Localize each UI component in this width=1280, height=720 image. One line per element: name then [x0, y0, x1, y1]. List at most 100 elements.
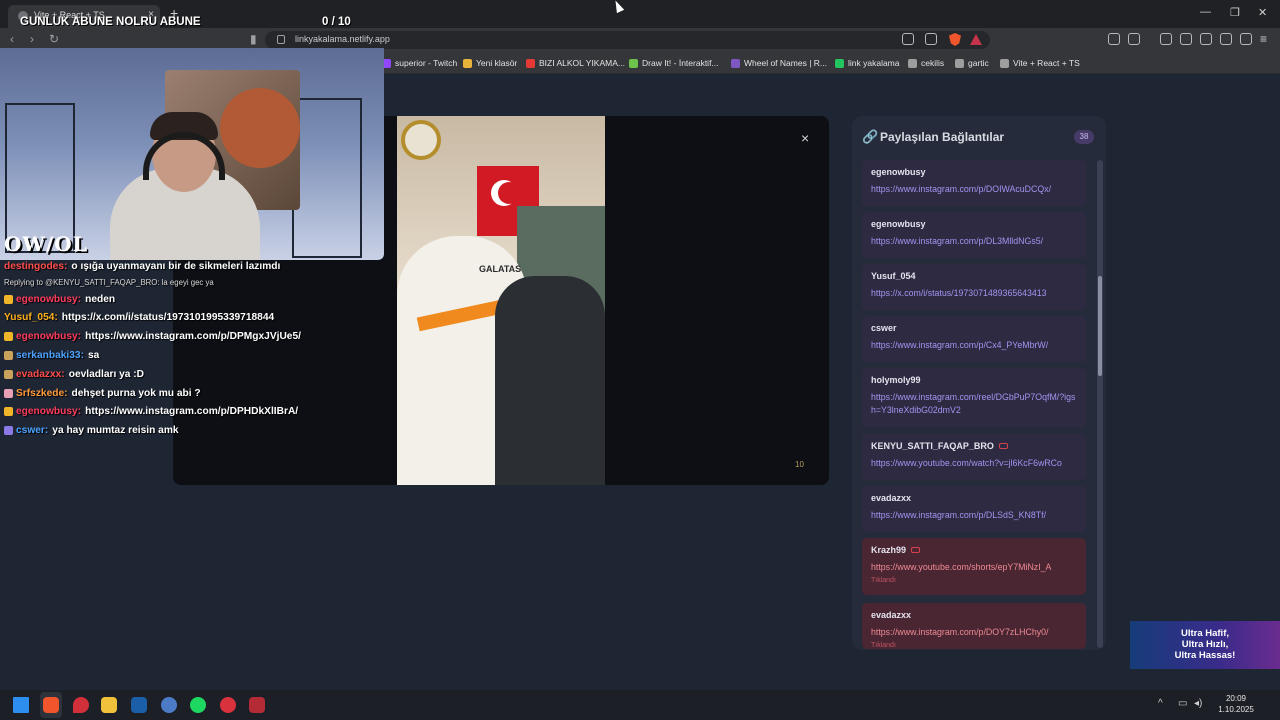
- sidebar-icon[interactable]: [1180, 33, 1192, 45]
- leo-ai-icon[interactable]: [1220, 33, 1232, 45]
- link-card-url[interactable]: https://www.instagram.com/p/Cx4_PYeMbrW/: [871, 339, 1076, 352]
- panel-scrollbar[interactable]: [1097, 160, 1103, 648]
- brave-rewards-icon[interactable]: [970, 34, 982, 45]
- link-card[interactable]: egenowbusy https://www.instagram.com/p/DO…: [862, 160, 1086, 206]
- link-card-username: evadazxx: [871, 610, 912, 620]
- link-card[interactable]: evadazxx https://www.instagram.com/p/DOY7…: [862, 603, 1086, 649]
- chat-message: Srfszkede: dehşet purna yok mu abi ?: [4, 384, 384, 403]
- steam-icon[interactable]: [131, 697, 147, 713]
- bookmark-label: gartic: [968, 58, 989, 68]
- chat-username: egenowbusy:: [16, 331, 82, 343]
- vpn-icon[interactable]: [1240, 33, 1252, 45]
- tabs-icon[interactable]: [1200, 33, 1212, 45]
- link-card-url[interactable]: https://x.com/i/status/19730714893656434…: [871, 287, 1076, 300]
- link-card-url[interactable]: https://www.instagram.com/p/DLSdS_KN8Tf/: [871, 509, 1076, 522]
- link-card-username: holymoly99: [871, 375, 921, 385]
- app-icon[interactable]: [220, 697, 236, 713]
- modal-close-button[interactable]: ×: [801, 130, 809, 146]
- minimize-icon[interactable]: —: [1200, 6, 1211, 18]
- chat-overlay: destingodes: o ışığa uyanmayanı bir de si…: [4, 257, 384, 440]
- bookmark-label: superior - Twitch: [395, 58, 458, 68]
- menu-icon[interactable]: ≡: [1260, 32, 1267, 46]
- video-player[interactable]: GALATAS: [397, 116, 605, 485]
- bookmark-item[interactable]: gartic: [955, 58, 989, 68]
- panel-title: Paylaşılan Bağlantılar: [880, 130, 1005, 144]
- address-bar[interactable]: linkyakalama.netlify.app: [265, 31, 990, 49]
- webcam-wall-orb: [220, 88, 300, 168]
- link-card-url[interactable]: https://www.youtube.com/shorts/epY7MiNzI…: [871, 561, 1076, 574]
- globe-icon: [1000, 58, 1009, 68]
- link-card[interactable]: cswer https://www.instagram.com/p/Cx4_PYe…: [862, 316, 1086, 362]
- chat-reply-context: Replying to @KENYU_SATTI_FAQAP_BRO: la e…: [4, 278, 214, 288]
- chat-text: o ışığa uyanmayanı bir de sikmeleri lazı…: [71, 260, 281, 272]
- bookmark-icon[interactable]: ▮: [250, 32, 257, 46]
- chat-message: Yusuf_054: https://x.com/i/status/1973101…: [4, 309, 384, 328]
- bookmark-folder[interactable]: Yeni klasör: [463, 58, 517, 68]
- maximize-icon[interactable]: ❐: [1230, 6, 1240, 19]
- bookmark-item[interactable]: link yakalama: [835, 58, 900, 68]
- file-explorer-icon[interactable]: [101, 697, 117, 713]
- close-window-icon[interactable]: ✕: [1258, 6, 1267, 19]
- back-icon[interactable]: ‹: [10, 32, 14, 46]
- link-card-username: Krazh99: [871, 545, 907, 555]
- chat-badge-icon: [4, 369, 13, 379]
- webcam-shelf-right: [292, 98, 362, 258]
- chat-badge-icon: [4, 426, 13, 436]
- link-card-clicked-label: Tıklandı: [871, 577, 896, 584]
- chat-message: egenowbusy: neden: [4, 290, 384, 309]
- brave-browser-icon[interactable]: [43, 697, 59, 713]
- translate-icon[interactable]: [902, 33, 914, 45]
- link-card[interactable]: egenowbusy https://www.instagram.com/p/DL…: [862, 212, 1086, 258]
- link-card-url[interactable]: https://www.instagram.com/p/DL3MlldNGs5/: [871, 235, 1076, 248]
- ad-banner: Ultra Hafif, Ultra Hızlı, Ultra Hassas!: [1130, 621, 1280, 669]
- bookmark-item[interactable]: cekilis: [908, 58, 944, 68]
- windows-start-icon[interactable]: [13, 697, 29, 713]
- link-count-badge: 38: [1074, 130, 1094, 144]
- chat-message: egenowbusy: https://www.instagram.com/p/D…: [4, 403, 384, 422]
- chat-username: serkanbaki33:: [16, 350, 84, 362]
- app-icon[interactable]: [161, 697, 177, 713]
- link-card-user: evadazxx: [871, 610, 1086, 620]
- link-card-user: evadazxx: [871, 493, 1086, 503]
- youtube-icon: [526, 58, 535, 68]
- bookmark-label: Wheel of Names | R...: [744, 58, 827, 68]
- forward-icon[interactable]: ›: [30, 32, 34, 46]
- link-card-url[interactable]: https://www.instagram.com/p/DOY7zLHChy0/: [871, 626, 1076, 639]
- media-icon[interactable]: [1160, 33, 1172, 45]
- bookmark-item[interactable]: Wheel of Names | R...: [731, 58, 827, 68]
- link-card[interactable]: Yusuf_054 https://x.com/i/status/19730714…: [862, 264, 1086, 310]
- link-card-url[interactable]: https://www.instagram.com/p/DOIWAcuDCQx/: [871, 183, 1076, 196]
- link-card[interactable]: Krazh99 https://www.youtube.com/shorts/ep…: [862, 538, 1086, 595]
- bookmark-item[interactable]: BIZI ALKOL YIKAMA...: [526, 58, 625, 68]
- link-card-user: Krazh99: [871, 545, 1086, 555]
- bookmark-item[interactable]: Draw It! - İnteraktif...: [629, 58, 719, 68]
- chat-badge-icon: [4, 388, 13, 398]
- chat-text: https://www.instagram.com/p/DPHDkXlIBrA/: [85, 406, 299, 418]
- spotify-icon[interactable]: [190, 697, 206, 713]
- link-card[interactable]: holymoly99 https://www.instagram.com/reel…: [862, 368, 1086, 427]
- extensions-icon[interactable]: [1108, 33, 1120, 45]
- site-info-icon[interactable]: [277, 35, 285, 44]
- clock-time: 20:09: [1225, 694, 1247, 703]
- location-app-icon[interactable]: [73, 697, 89, 713]
- pencil-icon: [629, 58, 638, 68]
- link-card[interactable]: KENYU_SATTI_FAQAP_BRO https://www.youtube…: [862, 434, 1086, 480]
- network-icon[interactable]: ▭: [1178, 698, 1187, 709]
- share-icon[interactable]: [925, 33, 937, 45]
- chat-message: egenowbusy: https://www.instagram.com/p/D…: [4, 327, 384, 346]
- volume-icon[interactable]: ◂): [1194, 698, 1202, 709]
- bookmark-item[interactable]: superior - Twitch: [382, 58, 457, 68]
- app-icon[interactable]: [249, 697, 265, 713]
- windows-taskbar: ^ ▭ ◂) 20:09 1.10.2025: [0, 690, 1280, 720]
- reload-icon[interactable]: ↻: [49, 32, 59, 46]
- panel-scrollbar-thumb[interactable]: [1098, 276, 1102, 376]
- link-card-url[interactable]: https://www.youtube.com/watch?v=jl6KcF6w…: [871, 457, 1076, 470]
- link-card-url[interactable]: https://www.instagram.com/reel/DGbPuP7Oq…: [871, 391, 1076, 417]
- bookmark-item[interactable]: Vite + React + TS: [1000, 58, 1080, 68]
- wallet-icon[interactable]: [1128, 33, 1140, 45]
- tray-chevron-icon[interactable]: ^: [1158, 698, 1163, 709]
- link-card-user: cswer: [871, 323, 1086, 333]
- link-card[interactable]: evadazxx https://www.instagram.com/p/DLSd…: [862, 486, 1086, 532]
- ad-text: Ultra Hafif, Ultra Hızlı, Ultra Hassas!: [1140, 628, 1270, 661]
- taskbar-clock[interactable]: 20:09 1.10.2025: [1214, 693, 1258, 715]
